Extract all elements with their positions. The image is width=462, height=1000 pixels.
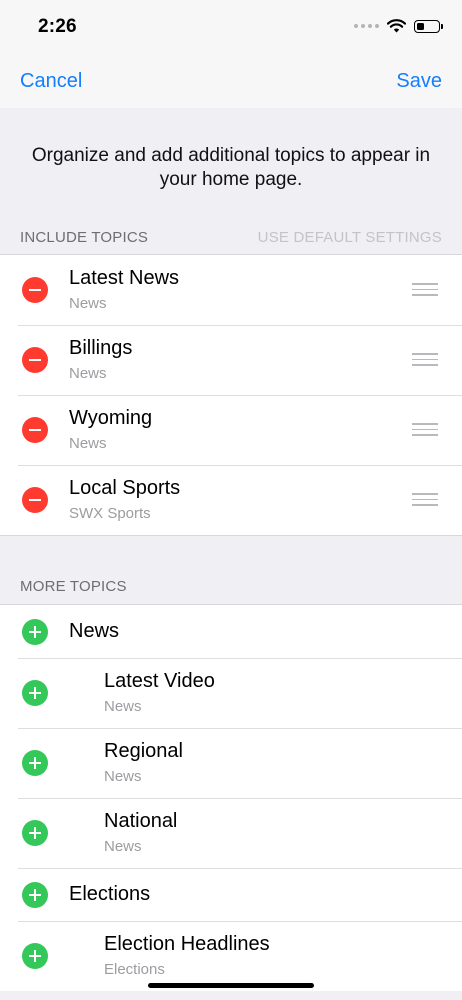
topic-title: Elections [69, 883, 151, 905]
topic-title: Wyoming [69, 407, 153, 429]
list-item: Wyoming News [0, 395, 462, 465]
add-icon[interactable] [22, 820, 48, 846]
use-default-settings-button[interactable]: USE DEFAULT SETTINGS [258, 229, 442, 246]
topic-title: Latest Video [104, 670, 215, 692]
nav-bar: Cancel Save [0, 56, 462, 108]
list-item: National News [0, 798, 462, 868]
remove-icon[interactable] [22, 417, 48, 443]
topic-subtitle: SWX Sports [69, 505, 151, 522]
reorder-handle-icon[interactable] [412, 283, 438, 297]
topic-subtitle: News [104, 768, 142, 785]
topic-title: Election Headlines [104, 933, 270, 955]
topic-subtitle: News [69, 435, 107, 452]
status-icons [354, 19, 443, 33]
remove-icon[interactable] [22, 347, 48, 373]
add-icon[interactable] [22, 750, 48, 776]
cellular-signal-icon [354, 24, 379, 28]
topic-title: Local Sports [69, 477, 181, 499]
list-item: Local Sports SWX Sports [0, 465, 462, 535]
cancel-button[interactable]: Cancel [20, 70, 82, 93]
wifi-icon [387, 19, 406, 33]
topic-subtitle: News [69, 365, 107, 382]
list-item: Latest News News [0, 255, 462, 325]
remove-icon[interactable] [22, 277, 48, 303]
topic-subtitle: News [104, 838, 142, 855]
save-button[interactable]: Save [396, 70, 442, 93]
list-item: Billings News [0, 325, 462, 395]
add-icon[interactable] [22, 680, 48, 706]
include-topics-header: INCLUDE TOPICS USE DEFAULT SETTINGS [0, 229, 462, 257]
list-item: Elections [0, 868, 462, 921]
remove-icon[interactable] [22, 487, 48, 513]
intro-text: Organize and add additional topics to ap… [31, 145, 431, 190]
topic-title: Billings [69, 337, 133, 359]
include-topics-label: INCLUDE TOPICS [20, 229, 149, 246]
list-item: Election Headlines Elections [0, 921, 462, 991]
add-icon[interactable] [22, 619, 48, 645]
home-indicator[interactable] [148, 983, 314, 988]
more-topics-label: MORE TOPICS [20, 578, 127, 595]
topic-title: Regional [104, 740, 183, 762]
battery-icon [414, 19, 443, 33]
topic-subtitle: News [104, 698, 142, 715]
status-time: 2:26 [38, 16, 77, 37]
add-icon[interactable] [22, 882, 48, 908]
list-item: News [0, 605, 462, 658]
topic-subtitle: News [69, 295, 107, 312]
more-topics-list: News Latest Video News Regional News Nat… [0, 604, 462, 991]
topic-subtitle: Elections [104, 961, 165, 978]
reorder-handle-icon[interactable] [412, 493, 438, 507]
list-item: Regional News [0, 728, 462, 798]
more-topics-header: MORE TOPICS [0, 578, 462, 606]
topic-title: National [104, 810, 178, 832]
add-icon[interactable] [22, 943, 48, 969]
list-item: Latest Video News [0, 658, 462, 728]
reorder-handle-icon[interactable] [412, 353, 438, 367]
include-topics-list: Latest News News Billings News Wyoming N… [0, 254, 462, 536]
topic-title: News [69, 620, 120, 642]
reorder-handle-icon[interactable] [412, 423, 438, 437]
topic-title: Latest News [69, 267, 180, 289]
intro-section: Organize and add additional topics to ap… [0, 108, 462, 226]
status-bar: 2:26 [0, 0, 462, 56]
